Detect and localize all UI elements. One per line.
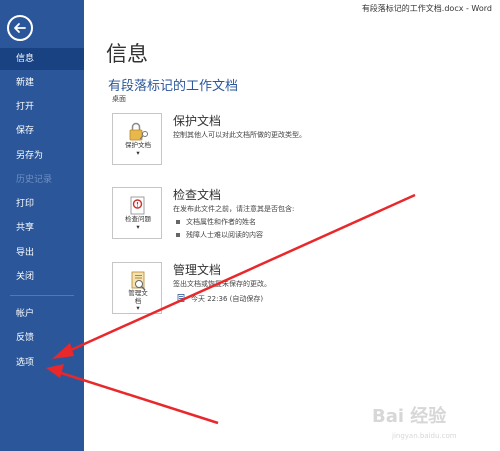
autosave-version-link[interactable]: 今天 22:36 (自动保存)	[191, 294, 263, 304]
sidebar-divider	[10, 295, 74, 296]
sidebar-item-save-as[interactable]: 另存为	[0, 145, 84, 167]
sidebar-item-account[interactable]: 帐户	[0, 303, 84, 325]
sidebar-item-info[interactable]: 信息	[0, 48, 84, 70]
inspect-bullet-text: 残障人士难以阅读的内容	[186, 231, 263, 239]
sidebar-item-new[interactable]: 新建	[0, 72, 84, 94]
sidebar-item-options[interactable]: 选项	[0, 352, 84, 374]
window-title: 有段落标记的工作文档.docx - Word	[361, 4, 492, 13]
manage-document-desc: 签出文档或恢复未保存的更改。	[173, 280, 271, 288]
inspect-document-title: 检查文档	[173, 188, 222, 202]
manage-document-button-label: 管理文	[128, 289, 148, 297]
sidebar-item-export[interactable]: 导出	[0, 242, 84, 264]
backstage-sidebar: 信息 新建 打开 保存 另存为 历史记录 打印 共享 导出 关闭 帐户 反馈 选…	[0, 0, 84, 451]
back-button[interactable]	[7, 15, 33, 41]
watermark: Bai 经验	[372, 406, 447, 427]
manage-document-title: 管理文档	[173, 263, 222, 277]
manage-document-button[interactable]: 管理文 档 ▾	[112, 262, 162, 314]
check-issues-button[interactable]: 检查问题 ▾	[112, 187, 162, 239]
inspect-document-desc: 在发布此文件之前，请注意其是否包含:	[173, 205, 295, 213]
watermark-url: jingyan.baidu.com	[392, 432, 457, 440]
chevron-down-icon: ▾	[136, 149, 140, 157]
bullet-icon	[176, 233, 180, 237]
sidebar-item-close[interactable]: 关闭	[0, 266, 84, 288]
sidebar-item-open[interactable]: 打开	[0, 96, 84, 118]
sidebar-item-feedback[interactable]: 反馈	[0, 327, 84, 349]
document-title: 有段落标记的工作文档	[108, 79, 239, 94]
protect-document-button[interactable]: 保护文档 ▾	[112, 113, 162, 165]
document-version-icon	[177, 294, 185, 302]
page-title: 信息	[106, 42, 148, 66]
protect-document-title: 保护文档	[173, 114, 222, 128]
arrow-left-icon	[14, 23, 26, 33]
chevron-down-icon: ▾	[136, 304, 140, 312]
chevron-down-icon: ▾	[136, 223, 140, 231]
sidebar-item-save[interactable]: 保存	[0, 120, 84, 142]
sidebar-item-history: 历史记录	[16, 175, 53, 185]
document-location: 桌面	[112, 95, 126, 103]
protect-document-button-label: 保护文档	[125, 141, 151, 149]
sidebar-item-print[interactable]: 打印	[0, 193, 84, 215]
sidebar-item-share[interactable]: 共享	[0, 217, 84, 239]
inspect-bullet-text: 文档属性和作者的姓名	[186, 218, 256, 226]
protect-document-desc: 控制其他人可以对此文档所做的更改类型。	[173, 131, 306, 139]
check-issues-button-label: 检查问题	[125, 215, 151, 223]
bullet-icon	[176, 220, 180, 224]
inspect-bullet: 残障人士难以阅读的内容	[176, 230, 263, 240]
inspect-bullet: 文档属性和作者的姓名	[176, 217, 256, 227]
